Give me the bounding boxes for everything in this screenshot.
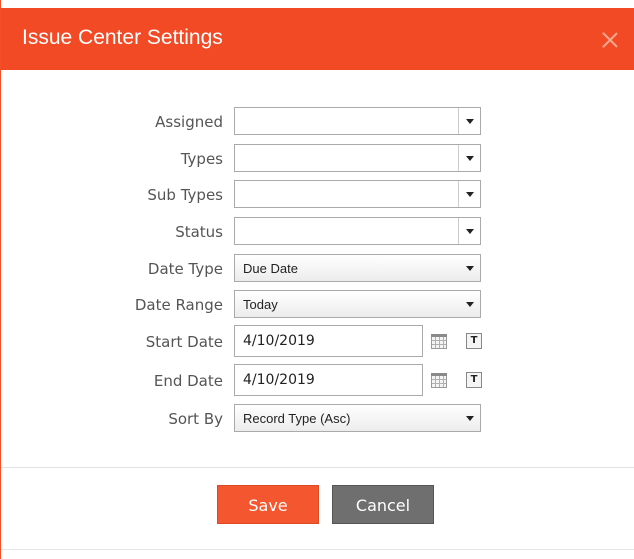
- chevron-down-icon: [466, 416, 474, 421]
- bottom-divider: [1, 549, 634, 550]
- status-label: Status: [175, 223, 223, 241]
- date-range-value: Today: [243, 297, 278, 312]
- dialog-titlebar: Issue Center Settings: [1, 8, 634, 70]
- status-row: Status: [1, 217, 634, 245]
- end-date-label: End Date: [153, 372, 223, 390]
- chevron-down-icon: [466, 119, 474, 124]
- chevron-down-icon: [466, 302, 474, 307]
- sub-types-select[interactable]: [234, 180, 481, 208]
- assigned-select[interactable]: [234, 107, 481, 135]
- today-button[interactable]: T: [466, 372, 482, 388]
- select-divider: [458, 145, 459, 171]
- types-select[interactable]: [234, 144, 481, 172]
- assigned-label: Assigned: [155, 113, 223, 131]
- select-divider: [458, 181, 459, 207]
- types-row: Types: [1, 144, 634, 172]
- sub-types-row: Sub Types: [1, 180, 634, 208]
- select-divider: [458, 108, 459, 134]
- save-button[interactable]: Save: [217, 485, 319, 524]
- chevron-down-icon: [466, 266, 474, 271]
- dialog-title: Issue Center Settings: [22, 26, 223, 49]
- date-type-select[interactable]: Due Date: [234, 254, 481, 282]
- select-divider: [458, 218, 459, 244]
- start-date-row: Start Date 4/10/2019 T: [1, 325, 634, 357]
- date-range-select[interactable]: Today: [234, 290, 481, 318]
- date-type-row: Date Type Due Date: [1, 254, 634, 282]
- settings-dialog: Issue Center Settings Assigned Types Sub…: [0, 0, 634, 559]
- sort-by-row: Sort By Record Type (Asc): [1, 404, 634, 432]
- date-range-row: Date Range Today: [1, 290, 634, 318]
- calendar-icon[interactable]: [431, 334, 447, 349]
- cancel-button[interactable]: Cancel: [332, 485, 434, 524]
- end-date-input[interactable]: 4/10/2019: [234, 364, 423, 396]
- chevron-down-icon: [466, 156, 474, 161]
- footer-divider: [1, 467, 634, 468]
- assigned-row: Assigned: [1, 107, 634, 135]
- calendar-icon[interactable]: [431, 373, 447, 388]
- types-label: Types: [180, 150, 223, 168]
- sort-by-select[interactable]: Record Type (Asc): [234, 404, 481, 432]
- date-type-value: Due Date: [243, 261, 298, 276]
- end-date-row: End Date 4/10/2019 T: [1, 364, 634, 396]
- sort-by-value: Record Type (Asc): [243, 411, 351, 426]
- today-button[interactable]: T: [466, 333, 482, 349]
- date-range-label: Date Range: [134, 296, 223, 314]
- sub-types-label: Sub Types: [147, 186, 223, 204]
- chevron-down-icon: [466, 192, 474, 197]
- chevron-down-icon: [466, 229, 474, 234]
- date-type-label: Date Type: [147, 260, 223, 278]
- sort-by-label: Sort By: [168, 410, 223, 428]
- status-select[interactable]: [234, 217, 481, 245]
- close-icon[interactable]: [601, 31, 619, 49]
- start-date-input[interactable]: 4/10/2019: [234, 325, 423, 357]
- start-date-label: Start Date: [145, 333, 223, 351]
